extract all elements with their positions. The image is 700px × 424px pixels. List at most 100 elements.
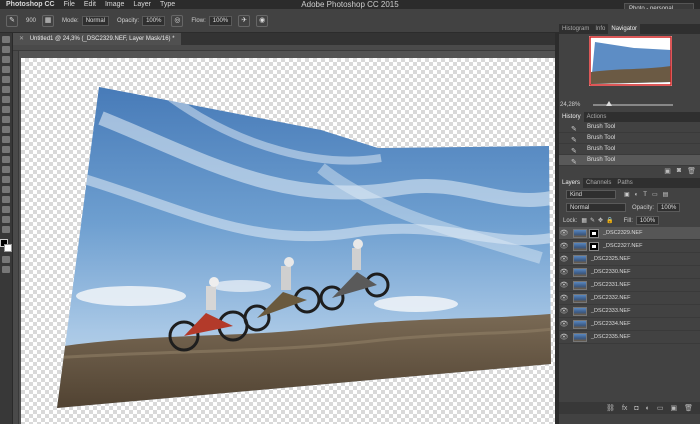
visibility-eye-icon[interactable]: 👁	[559, 294, 569, 302]
layer-name[interactable]: _DSC2332.NEF	[591, 295, 630, 301]
pressure-size-icon[interactable]: ◉	[256, 14, 269, 27]
mode-select[interactable]: Normal	[81, 15, 110, 26]
fill-field[interactable]: 100%	[635, 216, 660, 225]
opacity-field[interactable]: 100%	[142, 15, 166, 26]
layer-mask-thumbnail[interactable]	[589, 228, 599, 238]
layer-row[interactable]: 👁 _DSC2335.NEF	[559, 331, 700, 344]
gradient-tool-icon[interactable]	[2, 146, 10, 153]
link-layers-icon[interactable]: ⛓	[606, 404, 615, 412]
path-select-tool-icon[interactable]	[2, 196, 10, 203]
layer-opacity-field[interactable]: 100%	[657, 203, 681, 212]
type-tool-icon[interactable]	[2, 186, 10, 193]
tab-actions[interactable]: Actions	[584, 112, 610, 122]
history-item[interactable]: ✎ Brush Tool	[559, 133, 700, 144]
filter-smart-object-icon[interactable]: ▤	[663, 191, 669, 198]
color-swatches[interactable]	[0, 239, 12, 253]
zoom-tool-icon[interactable]	[2, 226, 10, 233]
layer-thumbnail[interactable]	[573, 332, 587, 342]
layer-thumbnail[interactable]	[573, 280, 587, 290]
tab-layers[interactable]: Layers	[559, 178, 584, 188]
layer-name[interactable]: _DSC2325.NEF	[591, 256, 630, 262]
layer-mask-thumbnail[interactable]	[589, 241, 599, 251]
quick-mask-icon[interactable]	[2, 256, 10, 263]
layer-row[interactable]: 👁 _DSC2325.NEF	[559, 253, 700, 266]
layer-thumbnail[interactable]	[573, 254, 587, 264]
new-layer-icon[interactable]: ▣	[670, 404, 677, 412]
lasso-tool-icon[interactable]	[2, 56, 10, 63]
layer-thumbnail[interactable]	[573, 306, 587, 316]
history-item[interactable]: ✎ Brush Tool	[559, 144, 700, 155]
add-mask-icon[interactable]: ◘	[634, 405, 638, 412]
filter-pixel-icon[interactable]: ▣	[624, 191, 630, 198]
layer-row[interactable]: 👁 _DSC2334.NEF	[559, 318, 700, 331]
layer-kind-filter[interactable]: Kind	[566, 190, 616, 199]
layer-name[interactable]: _DSC2335.NEF	[591, 334, 630, 340]
layer-row[interactable]: 👁 _DSC2327.NEF	[559, 240, 700, 253]
new-group-icon[interactable]: ▭	[657, 404, 664, 412]
crop-tool-icon[interactable]	[2, 76, 10, 83]
visibility-eye-icon[interactable]: 👁	[559, 242, 569, 250]
layer-name[interactable]: _DSC2329.NEF	[603, 230, 642, 236]
filter-type-icon[interactable]: T	[643, 192, 647, 198]
quick-select-tool-icon[interactable]	[2, 66, 10, 73]
visibility-eye-icon[interactable]: 👁	[559, 268, 569, 276]
tab-paths[interactable]: Paths	[614, 178, 635, 188]
lock-transparent-icon[interactable]: ▦	[581, 217, 587, 224]
blend-mode-select[interactable]: Normal	[566, 203, 626, 212]
zoom-slider-handle[interactable]	[606, 101, 612, 106]
lock-pixels-icon[interactable]: ✎	[590, 217, 595, 224]
layer-row[interactable]: 👁 _DSC2333.NEF	[559, 305, 700, 318]
brush-panel-icon[interactable]: ▦	[42, 14, 55, 27]
filter-adjustment-icon[interactable]: ◐	[635, 192, 639, 198]
tab-history[interactable]: History	[559, 112, 584, 122]
brush-size-picker[interactable]: 900	[26, 18, 36, 24]
clone-stamp-tool-icon[interactable]	[2, 116, 10, 123]
layer-row[interactable]: 👁 _DSC2332.NEF	[559, 292, 700, 305]
brush-tool-preset-icon[interactable]: ✎	[6, 14, 18, 27]
trash-icon[interactable]: 🗑	[687, 167, 696, 175]
layer-thumbnail[interactable]	[573, 319, 587, 329]
layer-row[interactable]: 👁 _DSC2329.NEF	[559, 227, 700, 240]
history-brush-tool-icon[interactable]	[2, 126, 10, 133]
panorama-image[interactable]	[21, 58, 561, 424]
document-canvas[interactable]	[21, 58, 561, 424]
new-document-from-state-icon[interactable]: ▣	[664, 167, 671, 175]
hand-tool-icon[interactable]	[2, 216, 10, 223]
visibility-eye-icon[interactable]: 👁	[559, 255, 569, 263]
layer-thumbnail[interactable]	[573, 228, 587, 238]
layer-thumbnail[interactable]	[573, 241, 587, 251]
shape-tool-icon[interactable]	[2, 206, 10, 213]
history-item[interactable]: ✎ Brush Tool	[559, 122, 700, 133]
lock-position-icon[interactable]: ✥	[598, 217, 603, 224]
navigator-zoom-value[interactable]: 24,28%	[560, 102, 580, 108]
eraser-tool-icon[interactable]	[2, 136, 10, 143]
visibility-eye-icon[interactable]: 👁	[559, 320, 569, 328]
layer-thumbnail[interactable]	[573, 267, 587, 277]
document-tab[interactable]: ✕ Untitled1 @ 24,3% (_DSC2329.NEF, Layer…	[13, 33, 181, 45]
move-tool-icon[interactable]	[2, 36, 10, 43]
healing-tool-icon[interactable]	[2, 96, 10, 103]
snapshot-icon[interactable]: ◙	[677, 167, 681, 175]
delete-layer-icon[interactable]: 🗑	[684, 404, 693, 412]
visibility-eye-icon[interactable]: 👁	[559, 307, 569, 315]
tab-navigator[interactable]: Navigator	[608, 24, 641, 34]
eyedropper-tool-icon[interactable]	[2, 86, 10, 93]
layer-name[interactable]: _DSC2333.NEF	[591, 308, 630, 314]
background-color-swatch[interactable]	[4, 244, 12, 252]
brush-tool-icon[interactable]	[2, 106, 10, 113]
lock-all-icon[interactable]: 🔒	[606, 217, 613, 224]
marquee-tool-icon[interactable]	[2, 46, 10, 53]
history-item[interactable]: ✎ Brush Tool	[559, 155, 700, 166]
navigator-thumbnail[interactable]	[589, 36, 672, 86]
navigator-zoom-slider[interactable]	[593, 101, 673, 106]
filter-shape-icon[interactable]: ▭	[652, 191, 658, 198]
tab-histogram[interactable]: Histogram	[559, 24, 592, 34]
pressure-opacity-icon[interactable]: ◎	[171, 14, 184, 27]
tab-channels[interactable]: Channels	[583, 178, 614, 188]
flow-field[interactable]: 100%	[208, 15, 233, 26]
adjustment-layer-icon[interactable]: ◐	[646, 405, 650, 412]
layer-row[interactable]: 👁 _DSC2330.NEF	[559, 266, 700, 279]
pen-tool-icon[interactable]	[2, 176, 10, 183]
close-tab-icon[interactable]: ✕	[19, 36, 24, 42]
visibility-eye-icon[interactable]: 👁	[559, 229, 569, 237]
